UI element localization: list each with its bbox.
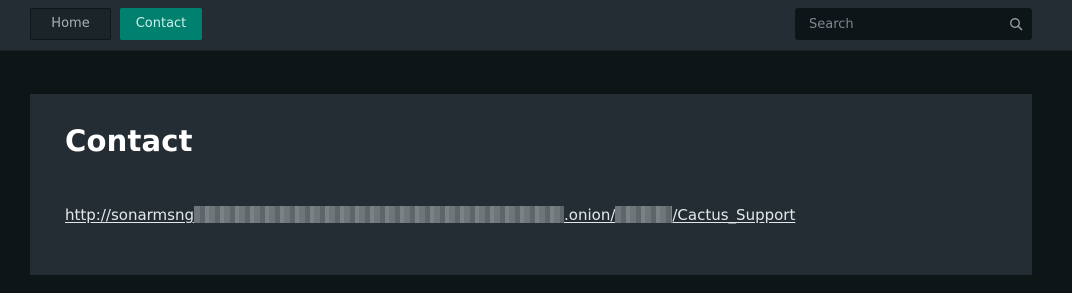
search-icon[interactable] [1009, 17, 1023, 31]
contact-link[interactable]: http://sonarmsng .onion/ /Cactus_Support [65, 206, 795, 224]
nav-home-button[interactable]: Home [30, 8, 111, 40]
contact-card: Contact http://sonarmsng .onion/ /Cactus_S… [30, 94, 1032, 275]
redacted-segment [615, 206, 673, 223]
link-suffix: /Cactus_Support [672, 206, 796, 224]
top-navigation-bar: Home Contact [0, 0, 1072, 51]
link-prefix: http://sonarmsng [65, 206, 195, 224]
redacted-segment [194, 206, 565, 223]
search-input[interactable] [795, 8, 995, 40]
page-title: Contact [65, 124, 193, 158]
nav-contact-button[interactable]: Contact [120, 8, 202, 40]
search-box [795, 8, 1032, 40]
contact-link-row: http://sonarmsng .onion/ /Cactus_Support [65, 206, 795, 224]
link-middle: .onion/ [564, 206, 616, 224]
